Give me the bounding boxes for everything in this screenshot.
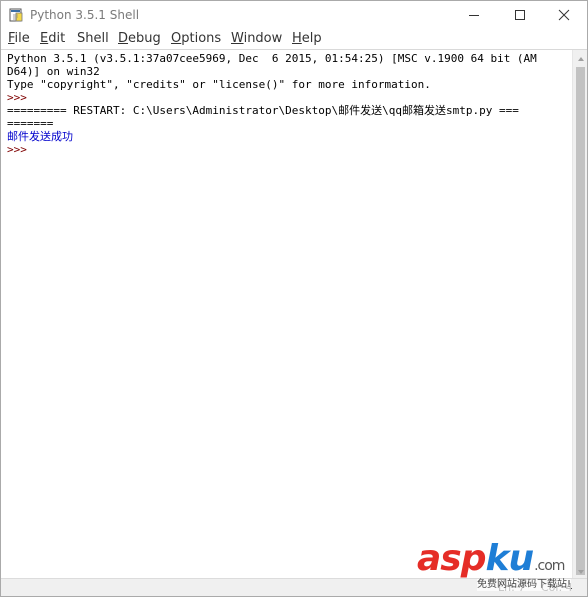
maximize-icon: [514, 9, 526, 21]
scroll-up-button[interactable]: [573, 48, 587, 67]
menu-bar: File Edit Shell Debug Options Window Hel…: [1, 29, 587, 49]
menu-debug-label: ebug: [128, 31, 161, 46]
scroll-up-arrow-icon: [577, 48, 585, 67]
program-output-line: 邮件发送成功: [7, 130, 73, 143]
menu-file-label: ile: [14, 31, 30, 46]
window-title: Python 3.5.1 Shell: [30, 8, 140, 22]
python-idle-icon: [9, 7, 25, 23]
menu-file[interactable]: File: [8, 31, 30, 47]
shell-banner-line-3: Type "copyright", "credits" or "license(…: [7, 78, 431, 91]
shell-prompt-current: >>>: [7, 143, 34, 156]
scroll-thumb[interactable]: [576, 67, 585, 575]
menu-shell-label: hell: [85, 31, 109, 46]
shell-banner-line-2: D64)] on win32: [7, 65, 100, 78]
menu-options-mnemonic: O: [171, 31, 182, 46]
menu-help-mnemonic: H: [292, 31, 302, 46]
menu-window[interactable]: Window: [231, 31, 282, 47]
status-bar: Ln: 7 Col: 4: [1, 578, 587, 596]
minimize-button[interactable]: [451, 1, 497, 29]
menu-edit-mnemonic: E: [40, 31, 49, 46]
shell-text-area[interactable]: Python 3.5.1 (v3.5.1:37a07cee5969, Dec 6…: [4, 50, 571, 578]
vertical-scrollbar[interactable]: [572, 48, 587, 578]
menu-debug-mnemonic: D: [118, 31, 129, 46]
title-bar[interactable]: Python 3.5.1 Shell: [1, 1, 587, 29]
menu-help[interactable]: Help: [292, 31, 322, 47]
minimize-icon: [468, 9, 480, 21]
shell-prompt: >>>: [7, 91, 34, 104]
close-button[interactable]: [541, 1, 587, 29]
menu-edit-label: dit: [48, 31, 66, 46]
idle-shell-window: Python 3.5.1 Shell File Edit Shell Debug…: [0, 0, 588, 597]
menu-window-label: indow: [243, 31, 283, 46]
menu-options-label: ptions: [181, 31, 222, 46]
menu-window-mnemonic: W: [231, 31, 244, 46]
close-icon: [558, 9, 570, 21]
restart-banner-line-2: =======: [7, 117, 54, 130]
menu-shell[interactable]: Shell: [77, 31, 109, 47]
scroll-down-button[interactable]: [573, 563, 587, 578]
status-line-number: Ln: 7: [498, 581, 526, 594]
menu-debug[interactable]: Debug: [118, 31, 161, 47]
menu-edit[interactable]: Edit: [40, 31, 65, 47]
status-column-number: Col: 4: [541, 581, 573, 594]
menu-help-label: elp: [301, 31, 322, 46]
menu-options[interactable]: Options: [171, 31, 221, 47]
restart-banner-line-1: ========= RESTART: C:\Users\Administrato…: [7, 104, 519, 117]
maximize-button[interactable]: [497, 1, 543, 29]
shell-banner-line-1: Python 3.5.1 (v3.5.1:37a07cee5969, Dec 6…: [7, 52, 537, 65]
